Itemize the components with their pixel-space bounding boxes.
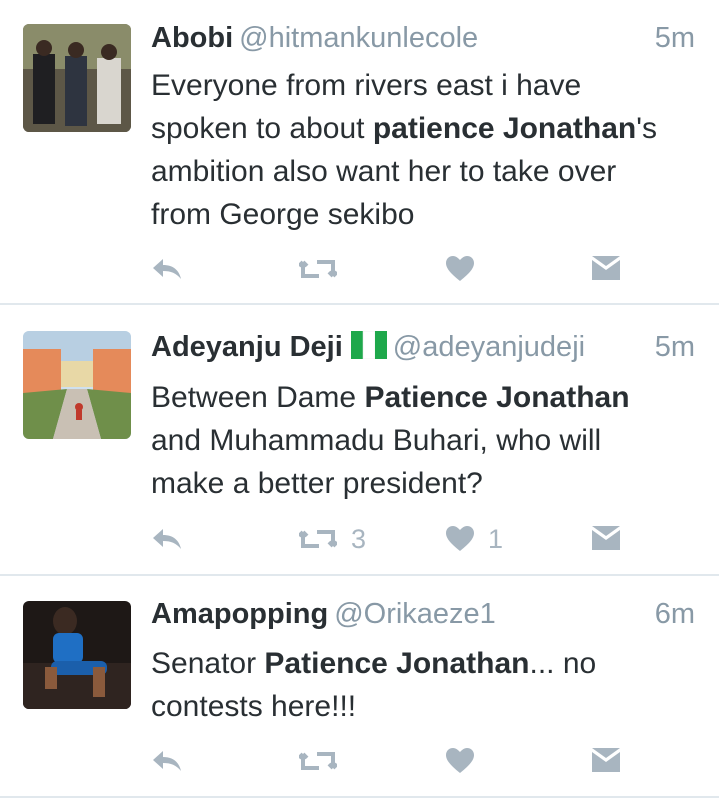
nigeria-flag-icon [350,330,387,367]
reply-button[interactable] [151,522,183,556]
like-count: 1 [488,523,504,554]
text-line: contests here!!! [151,690,357,723]
like-button[interactable] [446,252,488,286]
direct-message-button[interactable] [592,252,620,286]
username[interactable]: @adeyanjudeji [393,331,585,363]
display-name[interactable]: Abobi [151,22,233,54]
retweet-icon [299,530,337,548]
text-line: make a better president? [151,467,483,500]
reply-button[interactable] [151,744,183,778]
reply-icon [153,751,181,771]
heart-icon [446,748,474,773]
avatar[interactable] [23,601,131,709]
tweet-actions [151,252,671,286]
tweet-header: Adeyanju Deji @adeyanjudeji 5m [151,330,695,367]
username[interactable]: @Orikaeze1 [334,598,496,630]
dm-icon [592,526,620,550]
tweet-text: Between Dame Patience Jonathan and Muham… [151,376,691,505]
tweet-actions: 3 1 [151,522,671,556]
timestamp[interactable]: 6m [655,598,695,631]
text-line: from George sekibo [151,198,415,231]
tweet-header: Abobi @hitmankunlecole 5m [151,22,695,58]
retweet-count: 3 [351,523,367,554]
text-line: spoken to about patience Jonathan's [151,112,657,145]
text-line: Between Dame Patience Jonathan [151,381,630,414]
retweet-icon [299,752,337,770]
highlighted-term: Patience Jonathan [364,381,630,414]
dm-icon [592,256,620,280]
like-button[interactable]: 1 [446,522,503,556]
retweet-button[interactable] [299,252,351,286]
tweet-header: Amapopping @Orikaeze1 6m [151,598,695,634]
tweet-text: Everyone from rivers east i have spoken … [151,64,691,236]
reply-button[interactable] [151,252,183,286]
highlighted-term: Patience Jonathan [264,647,530,680]
text-line: Everyone from rivers east i have [151,69,582,102]
username[interactable]: @hitmankunlecole [239,22,478,54]
timestamp[interactable]: 5m [655,331,695,364]
reply-icon [153,529,181,549]
highlighted-term: patience Jonathan [372,112,637,145]
tweet-text: Senator Patience Jonathan... no contests… [151,642,691,728]
retweet-icon [299,260,337,278]
retweet-button[interactable] [299,744,351,778]
tweet-2[interactable]: Adeyanju Deji @adeyanjudeji 5m Between Da… [0,305,719,576]
tweet-actions [151,744,671,778]
heart-icon [446,526,474,551]
display-name[interactable]: Adeyanju Deji [151,331,343,363]
display-name[interactable]: Amapopping [151,598,328,630]
text-line: Senator Patience Jonathan... no [151,647,597,680]
like-button[interactable] [446,744,488,778]
avatar[interactable] [23,331,131,439]
direct-message-button[interactable] [592,522,620,556]
dm-icon [592,748,620,772]
retweet-button[interactable]: 3 [299,522,366,556]
tweet-1[interactable]: Abobi @hitmankunlecole 5m Everyone from r… [0,0,719,305]
timestamp[interactable]: 5m [655,22,695,55]
reply-icon [153,259,181,279]
direct-message-button[interactable] [592,744,620,778]
text-line: ambition also want her to take over [151,155,617,188]
avatar[interactable] [23,24,131,132]
text-line: and Muhammadu Buhari, who will [151,424,602,457]
tweet-3[interactable]: Amapopping @Orikaeze1 6m Senator Patience… [0,576,719,798]
heart-icon [446,256,474,281]
